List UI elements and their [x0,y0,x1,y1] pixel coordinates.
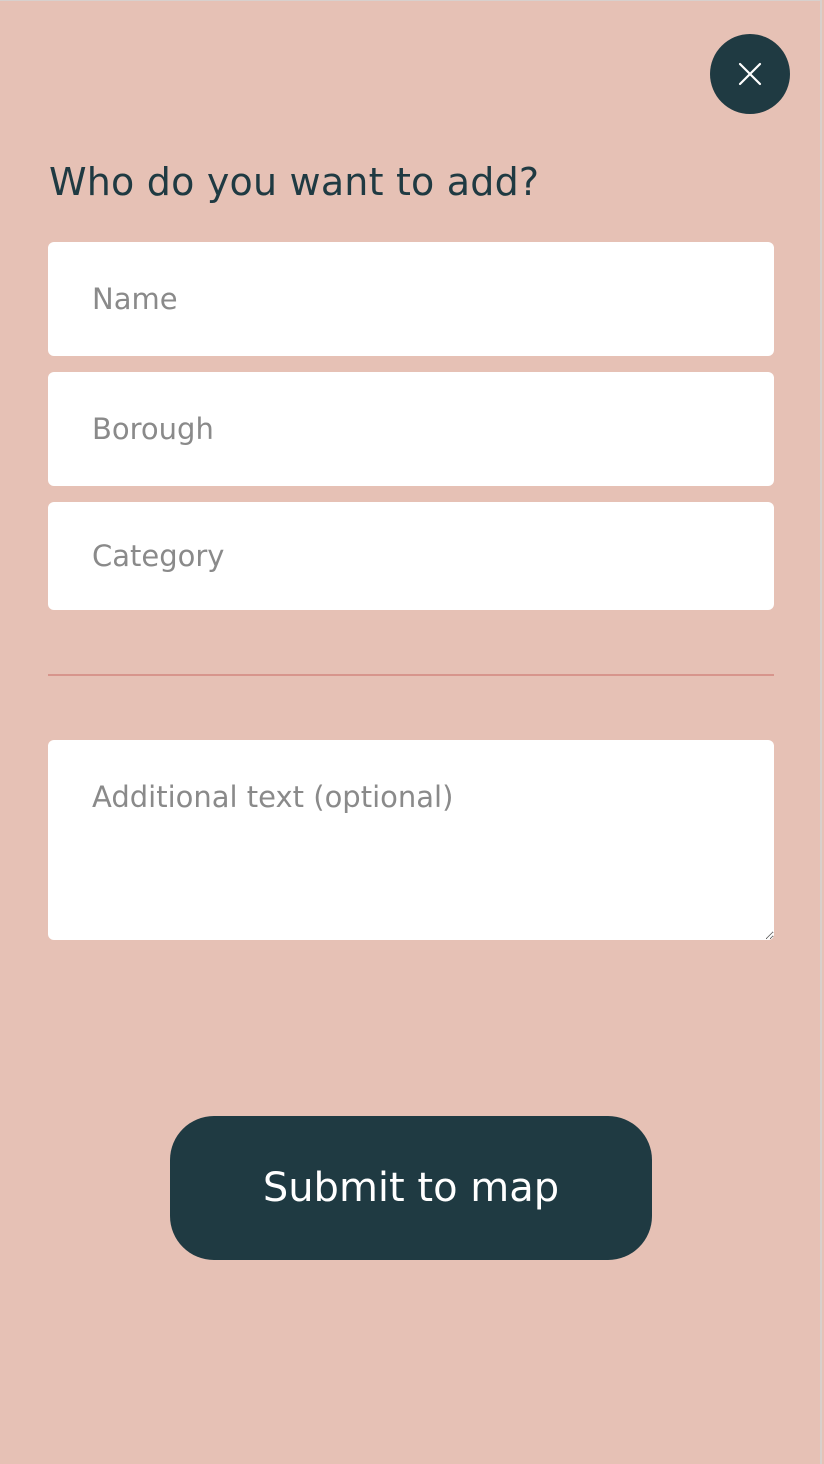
borough-input[interactable] [48,372,774,486]
additional-text-input[interactable] [48,740,774,940]
form-title: Who do you want to add? [49,160,540,204]
close-icon [738,62,762,86]
category-input[interactable] [48,502,774,610]
name-input[interactable] [48,242,774,356]
submit-button[interactable]: Submit to map [170,1116,652,1260]
close-button[interactable] [710,34,790,114]
divider [48,674,774,676]
